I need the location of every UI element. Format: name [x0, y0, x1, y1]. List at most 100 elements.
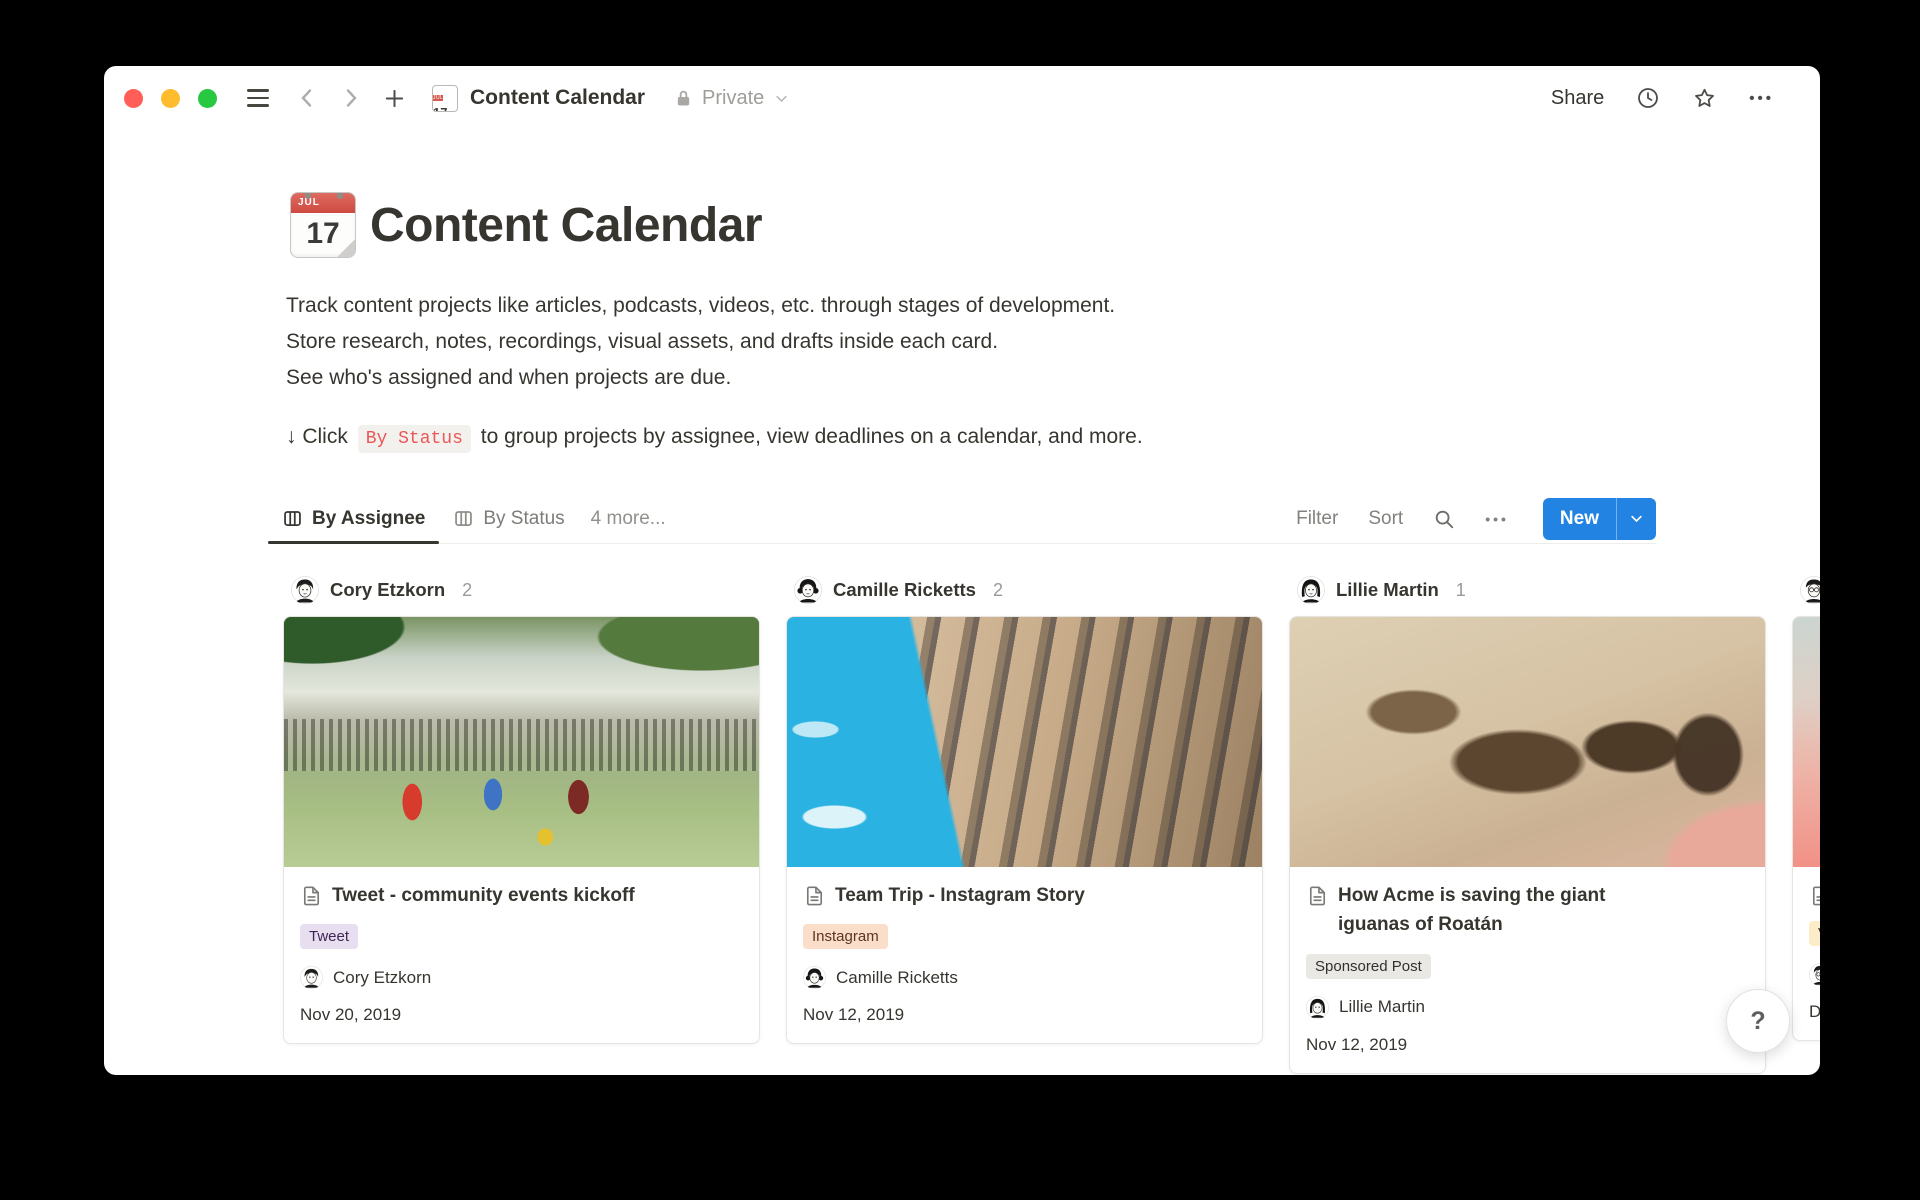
- avatar: [1800, 576, 1820, 604]
- card-date: Nov 12, 2019: [1306, 1035, 1749, 1055]
- assignee-name: Lillie Martin: [1339, 997, 1425, 1017]
- document-icon: [300, 884, 323, 907]
- document-icon: [1809, 884, 1820, 907]
- column-name: Camille Ricketts: [833, 579, 976, 601]
- page-calendar-icon[interactable]: JUL 17: [290, 192, 356, 258]
- card-cover-festival-photo: [284, 617, 759, 867]
- document-icon: [803, 884, 826, 907]
- down-arrow-icon: ↓: [286, 425, 297, 448]
- by-status-code-badge: By Status: [358, 425, 471, 453]
- updates-clock-icon[interactable]: [1636, 86, 1660, 110]
- board-column-cory: Cory Etzkorn 2 Tweet - community events …: [283, 570, 760, 1074]
- card-tag: Tweet: [300, 924, 358, 949]
- card-date: Nov 12, 2019: [803, 1005, 1246, 1025]
- tab-by-assignee[interactable]: By Assignee: [268, 494, 439, 543]
- card-title: Team Trip - Instagram Story: [835, 881, 1085, 910]
- avatar: [1306, 996, 1329, 1019]
- document-icon: [1306, 884, 1329, 907]
- traffic-lights: [124, 89, 217, 108]
- avatar: [291, 576, 319, 604]
- card-assignee: Lillie Martin: [1306, 996, 1749, 1019]
- board-view-icon: [282, 508, 303, 529]
- new-page-icon[interactable]: [383, 87, 406, 110]
- card-cover-building-photo: [787, 617, 1262, 867]
- share-button[interactable]: Share: [1551, 87, 1604, 110]
- hint-prefix: Click: [302, 425, 348, 448]
- help-button[interactable]: ?: [1726, 989, 1790, 1053]
- card-assignee: Camille Ricketts: [803, 966, 1246, 989]
- card-tag: Sponsored Post: [1306, 954, 1431, 979]
- back-button[interactable]: [297, 87, 317, 109]
- search-icon[interactable]: [1433, 508, 1455, 530]
- description-line-2: Store research, notes, recordings, visua…: [286, 324, 1642, 360]
- column-header[interactable]: [1792, 570, 1820, 610]
- column-header[interactable]: Cory Etzkorn 2: [283, 570, 760, 610]
- column-name: Cory Etzkorn: [330, 579, 445, 601]
- card-date: Nov 20, 2019: [300, 1005, 743, 1025]
- avatar: [300, 966, 323, 989]
- avatar: [1297, 576, 1325, 604]
- app-window: JUL 17 Content Calendar Private Share ••…: [104, 66, 1820, 1075]
- column-count: 2: [993, 580, 1003, 601]
- card-cover-iguanas-photo: [1290, 617, 1765, 867]
- assignee-name: Cory Etzkorn: [333, 968, 431, 988]
- kanban-board: Cory Etzkorn 2 Tweet - community events …: [283, 570, 1820, 1074]
- page-title: Content Calendar: [370, 198, 762, 253]
- board-view-icon: [453, 508, 474, 529]
- board-column-camille: Camille Ricketts 2 Team Trip - Instagram…: [786, 570, 1263, 1074]
- card-team-trip-instagram[interactable]: Team Trip - Instagram Story Instagram: [786, 616, 1263, 1044]
- privacy-label: Private: [702, 87, 764, 110]
- board-column-lillie: Lillie Martin 1 How Acme is saving the g…: [1289, 570, 1766, 1074]
- close-window-button[interactable]: [124, 89, 143, 108]
- sidebar-menu-icon[interactable]: [247, 89, 269, 107]
- hint-line: ↓ Click By Status to group projects by a…: [286, 418, 1642, 458]
- filter-button[interactable]: Filter: [1296, 508, 1338, 530]
- card-tweet-community-events[interactable]: Tweet - community events kickoff Tweet: [283, 616, 760, 1044]
- card-date: D: [1809, 1002, 1820, 1022]
- minimize-window-button[interactable]: [161, 89, 180, 108]
- zoom-window-button[interactable]: [198, 89, 217, 108]
- assignee-name: Camille Ricketts: [836, 968, 958, 988]
- privacy-selector[interactable]: Private: [675, 87, 789, 110]
- page-content: JUL 17 Content Calendar Track content pr…: [104, 192, 1820, 1074]
- avatar: [794, 576, 822, 604]
- avatar: [803, 966, 826, 989]
- card-tag: Instagram: [803, 924, 888, 949]
- board-column-partial: V D: [1792, 570, 1820, 1074]
- view-options-icon[interactable]: •••: [1485, 511, 1509, 527]
- toolbar-controls: Filter Sort ••• New: [1296, 498, 1656, 540]
- column-header[interactable]: Lillie Martin 1: [1289, 570, 1766, 610]
- tab-by-status[interactable]: By Status: [439, 494, 578, 543]
- new-dropdown-button[interactable]: [1616, 498, 1656, 540]
- column-name: Lillie Martin: [1336, 579, 1439, 601]
- description-line-3: See who's assigned and when projects are…: [286, 360, 1642, 396]
- sort-button[interactable]: Sort: [1368, 508, 1403, 530]
- titlebar-actions: Share •••: [1551, 86, 1774, 111]
- card-assignee: Cory Etzkorn: [300, 966, 743, 989]
- more-views-button[interactable]: 4 more...: [579, 508, 678, 530]
- card-title: Tweet - community events kickoff: [332, 881, 635, 910]
- window-titlebar: JUL 17 Content Calendar Private Share ••…: [104, 66, 1820, 130]
- page-description: Track content projects like articles, po…: [286, 288, 1642, 396]
- card-tag: V: [1809, 921, 1820, 946]
- description-line-1: Track content projects like articles, po…: [286, 288, 1642, 324]
- titlebar-page-title[interactable]: Content Calendar: [470, 86, 645, 110]
- new-button-group: New: [1543, 498, 1656, 540]
- view-toolbar: By Assignee By Status 4 more... Filter S…: [268, 494, 1656, 544]
- chevron-down-icon: [1629, 511, 1644, 526]
- new-button[interactable]: New: [1543, 498, 1616, 540]
- favorite-star-icon[interactable]: [1692, 86, 1717, 111]
- card-partial[interactable]: V D: [1792, 616, 1820, 1041]
- avatar: [1809, 963, 1820, 986]
- column-count: 2: [462, 580, 472, 601]
- forward-button[interactable]: [341, 87, 361, 109]
- hint-suffix: to group projects by assignee, view dead…: [481, 425, 1143, 448]
- card-cover-gradient-photo: [1793, 617, 1820, 867]
- card-assignee: [1809, 963, 1820, 986]
- card-title: How Acme is saving the giant iguanas of …: [1338, 881, 1653, 940]
- more-options-icon[interactable]: •••: [1749, 90, 1774, 107]
- column-header[interactable]: Camille Ricketts 2: [786, 570, 1263, 610]
- column-count: 1: [1456, 580, 1466, 601]
- card-acme-iguanas[interactable]: How Acme is saving the giant iguanas of …: [1289, 616, 1766, 1074]
- page-header: JUL 17 Content Calendar: [282, 192, 1642, 258]
